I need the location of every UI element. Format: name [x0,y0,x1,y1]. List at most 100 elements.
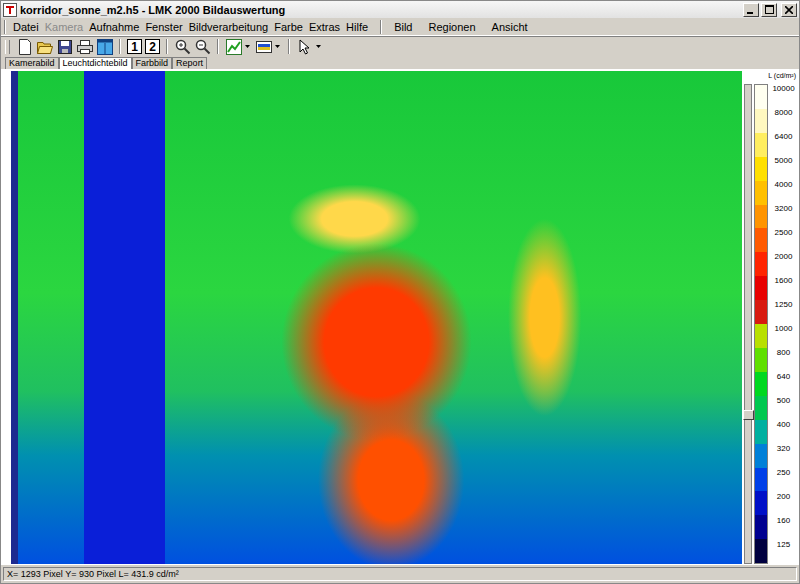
color-segment [755,181,767,205]
scale-label: 2000 [770,252,799,276]
main-menu: DateiKameraAufnahmeFensterBildverarbeitu… [5,20,375,34]
scale-labels: 1000080006400500040003200250020001600125… [770,84,799,564]
color-segment [755,515,767,539]
minimize-icon [747,6,755,14]
scale-label: 5000 [770,156,799,180]
page-button[interactable]: 1 [127,39,142,54]
print-button[interactable] [75,38,94,56]
zoom-in-icon [175,39,191,55]
maximize-icon [765,5,774,14]
new-document-icon [18,39,32,55]
scale-slider[interactable] [744,84,752,564]
save-disk-icon [58,40,72,54]
menu-item[interactable]: Datei [10,20,42,34]
luminance-image[interactable] [11,71,742,564]
toolbar-separator [119,39,121,54]
zoom-in-button[interactable] [173,38,192,56]
zoom-out-button[interactable] [193,38,212,56]
pointer-arrow-icon [299,39,311,55]
printer-icon [77,40,93,54]
color-segment [755,276,767,300]
scale-label: 2500 [770,228,799,252]
view-tab[interactable]: Kamerabild [5,57,59,69]
menu-item[interactable]: Aufnahme [86,20,142,34]
color-segment [755,539,767,563]
scale-label: 640 [770,372,799,396]
color-segment [755,324,767,348]
scale-label: 200 [770,492,799,516]
pointer-button[interactable] [295,38,314,56]
palette-icon [256,41,272,53]
color-segment [755,85,767,109]
scale-label: 500 [770,396,799,420]
menu-item[interactable]: Fenster [142,20,185,34]
toolbar: 12 [1,36,799,56]
save-button[interactable] [55,38,74,56]
toolbar-grip [5,40,10,54]
menu-item[interactable]: Bild [386,20,420,34]
color-segment [755,348,767,372]
scale-label: 8000 [770,108,799,132]
menu-bar: DateiKameraAufnahmeFensterBildverarbeitu… [1,18,799,36]
window-button[interactable] [95,38,114,56]
page-button[interactable]: 2 [145,39,160,54]
view-tab[interactable]: Leuchtdichtebild [59,57,132,69]
color-segment [755,396,767,420]
menu-item[interactable]: Extras [306,20,343,34]
color-bar [754,84,768,564]
menu-item[interactable]: Bildverarbeitung [186,20,272,34]
dropdown-arrow-icon[interactable] [275,45,280,48]
color-segment [755,491,767,515]
toolbar-separator [166,39,168,54]
scale-label: 320 [770,444,799,468]
toolbar-separator [288,39,290,54]
window-title: korridor_sonne_m2.h5 - LMK 2000 Bildausw… [20,4,740,16]
scale-label: 125 [770,540,799,564]
scale-label: 1250 [770,300,799,324]
zoom-out-icon [195,39,211,55]
scale-label: 10000 [770,84,799,108]
chart-button[interactable] [224,38,243,56]
menu-item[interactable]: Farbe [271,20,306,34]
color-segment [755,444,767,468]
new-button[interactable] [15,38,34,56]
image-view: L (cd/m²) 100008000640050004000320025002… [1,69,799,565]
maximize-button[interactable] [761,3,777,17]
color-segment [755,228,767,252]
application-window: korridor_sonne_m2.h5 - LMK 2000 Bildausw… [0,0,800,584]
scale-label: 160 [770,516,799,540]
menu-item[interactable]: Kamera [42,20,87,34]
slider-thumb[interactable] [743,410,754,420]
color-segment [755,157,767,181]
color-segment [755,372,767,396]
color-segment [755,252,767,276]
view-tab[interactable]: Report [172,57,207,69]
menu-item[interactable]: Hilfe [343,20,371,34]
color-segment [755,133,767,157]
scale-label: 6400 [770,132,799,156]
view-tab[interactable]: Farbbild [132,57,173,69]
color-segment [755,300,767,324]
color-segment [755,420,767,444]
scale-label: 1600 [770,276,799,300]
menu-item[interactable]: Ansicht [484,20,536,34]
view-menu: BildRegionenAnsicht [381,20,540,34]
scale-label: 400 [770,420,799,444]
menu-item[interactable]: Regionen [420,20,483,34]
luminance-scale: L (cd/m²) 100008000640050004000320025002… [742,71,799,564]
dropdown-arrow-icon[interactable] [316,45,321,48]
scale-label: 250 [770,468,799,492]
scale-label: 4000 [770,180,799,204]
title-bar: korridor_sonne_m2.h5 - LMK 2000 Bildausw… [1,1,799,18]
dropdown-arrow-icon[interactable] [245,45,250,48]
palette-button[interactable] [254,38,273,56]
status-bar: X= 1293 Pixel Y= 930 Pixel L= 431.9 cd/m… [1,565,799,583]
open-button[interactable] [35,38,54,56]
close-button[interactable] [781,3,797,17]
color-segment [755,468,767,492]
window-icon [97,39,113,55]
toolbar-separator [217,39,219,54]
status-text: X= 1293 Pixel Y= 930 Pixel L= 431.9 cd/m… [3,567,797,581]
minimize-button[interactable] [743,3,759,17]
scale-title: L (cd/m²) [742,71,799,82]
